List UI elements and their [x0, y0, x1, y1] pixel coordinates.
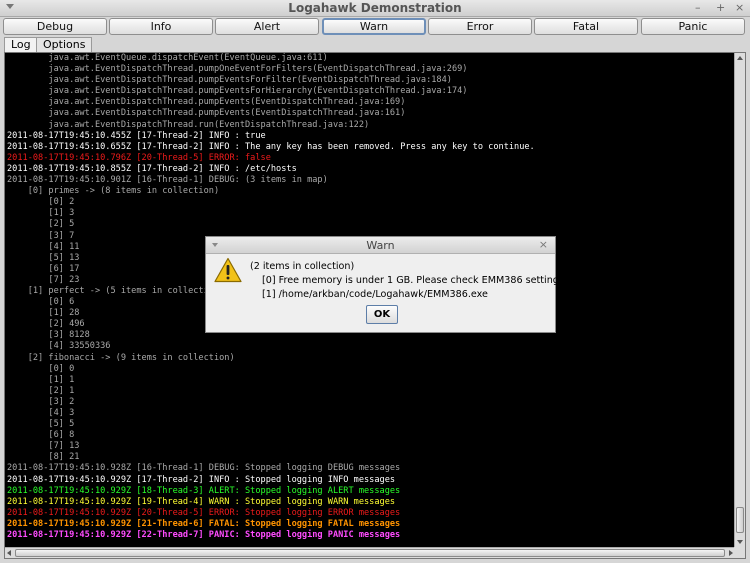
vertical-scrollbar[interactable] [734, 53, 745, 547]
log-line: [7] 13 [7, 441, 80, 452]
tab-options[interactable]: Options [36, 37, 93, 52]
scroll-up-icon[interactable] [737, 56, 743, 60]
log-line: 2011-08-17T19:45:10.455Z [17-Thread-2] I… [7, 130, 266, 141]
horizontal-scroll-thumb[interactable] [15, 549, 725, 557]
debug-button[interactable]: Debug [3, 18, 107, 35]
ok-button[interactable]: OK [366, 305, 398, 324]
scroll-left-icon[interactable] [7, 550, 11, 556]
vertical-scroll-thumb[interactable] [736, 507, 744, 533]
dialog-message-line: (2 items in collection) [250, 261, 355, 272]
log-line: [0] 0 [7, 363, 75, 374]
warn-dialog: Warn × (2 items in collection) [0] Free … [205, 236, 567, 333]
log-line: 2011-08-17T19:45:10.655Z [17-Thread-2] I… [7, 141, 535, 152]
log-line: 2011-08-17T19:45:10.928Z [16-Thread-1] D… [7, 463, 401, 474]
dialog-message-line: [1] /home/arkban/code/Logahawk/EMM386.ex… [262, 289, 488, 300]
log-line: 2011-08-17T19:45:10.929Z [17-Thread-2] I… [7, 474, 396, 485]
scroll-right-icon[interactable] [729, 550, 733, 556]
info-button[interactable]: Info [109, 18, 213, 35]
window-title: Logahawk Demonstration [288, 1, 462, 15]
scroll-corner [734, 547, 745, 558]
warn-button[interactable]: Warn [322, 18, 426, 35]
log-line: [0] 2 [7, 197, 75, 208]
horizontal-scrollbar[interactable] [5, 547, 735, 558]
log-line: [4] 33550336 [7, 341, 111, 352]
log-line: [0] primes -> (8 items in collection) [7, 186, 220, 197]
log-line: [2] 1 [7, 385, 75, 396]
log-line: java.awt.EventDispatchThread.pumpOneEven… [7, 64, 468, 75]
log-line: 2011-08-17T19:45:10.901Z [16-Thread-1] D… [7, 175, 328, 186]
error-button[interactable]: Error [428, 18, 532, 35]
panic-button[interactable]: Panic [641, 18, 745, 35]
tab-strip: Log Options [0, 37, 750, 52]
log-line: [4] 3 [7, 408, 75, 418]
alert-button[interactable]: Alert [215, 18, 319, 35]
log-line: 2011-08-17T19:45:10.796Z [20-Thread-5] E… [7, 152, 271, 163]
warning-icon [214, 257, 242, 283]
log-line: 2011-08-17T19:45:10.929Z [21-Thread-6] F… [7, 518, 401, 529]
tab-log[interactable]: Log [4, 37, 38, 52]
minimize-icon[interactable]: – [695, 1, 701, 14]
log-line: [2] 5 [7, 219, 75, 230]
log-line: 2011-08-17T19:45:10.855Z [17-Thread-2] I… [7, 163, 297, 174]
scroll-down-icon[interactable] [737, 540, 743, 544]
log-line: java.awt.EventDispatchThread.run(EventDi… [7, 119, 370, 130]
window-titlebar: Logahawk Demonstration – + × [0, 0, 750, 17]
log-line: 2011-08-17T19:45:10.929Z [19-Thread-4] W… [7, 496, 396, 507]
dialog-title: Warn [366, 239, 395, 252]
log-line: [1] 1 [7, 374, 75, 385]
log-line: 2011-08-17T19:45:10.929Z [20-Thread-5] E… [7, 507, 401, 518]
dialog-message-line: [0] Free memory is under 1 GB. Please ch… [262, 275, 567, 286]
log-line: java.awt.EventDispatchThread.pumpEvents(… [7, 108, 406, 119]
log-line: 2011-08-17T19:45:10.929Z [18-Thread-3] A… [7, 485, 401, 496]
dialog-titlebar: Warn × [206, 237, 555, 254]
fatal-button[interactable]: Fatal [534, 18, 638, 35]
log-line: 2011-08-17T19:45:10.929Z [22-Thread-7] P… [7, 530, 401, 541]
dialog-close-icon[interactable]: × [539, 238, 548, 251]
log-line: [8] 21 [7, 452, 80, 463]
log-level-toolbar: Debug Info Alert Warn Error Fatal Panic [0, 17, 750, 37]
log-line: [1] 3 [7, 208, 75, 219]
log-line: java.awt.EventDispatchThread.pumpEvents(… [7, 97, 406, 108]
maximize-icon[interactable]: + [716, 1, 725, 14]
log-line: [3] 2 [7, 396, 75, 407]
log-line: java.awt.EventDispatchThread.pumpEventsF… [7, 75, 452, 86]
log-line: java.awt.EventDispatchThread.pumpEventsF… [7, 86, 468, 97]
log-line: [2] fibonacci -> (9 items in collection) [7, 352, 235, 363]
log-line: java.awt.EventQueue.dispatchEvent(EventQ… [7, 53, 328, 63]
close-icon[interactable]: × [735, 1, 744, 14]
log-line: [6] 8 [7, 430, 75, 441]
log-line: [5] 5 [7, 419, 75, 430]
